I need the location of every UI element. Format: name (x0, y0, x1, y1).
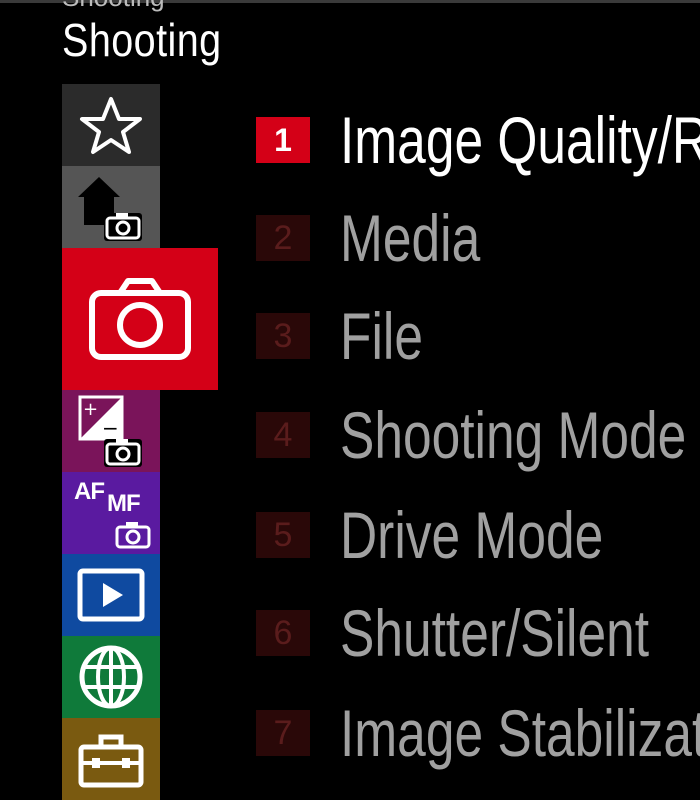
af-mf-icon: AF MF (62, 472, 160, 554)
svg-text:−: − (102, 416, 119, 440)
menu-item-file[interactable]: 3 File (256, 291, 446, 381)
camera-icon (89, 278, 191, 360)
tab-exposure-color[interactable]: + − (62, 390, 160, 472)
tab-playback[interactable] (62, 554, 160, 636)
menu-item-image-stabilization[interactable]: 7 Image Stabilizat (256, 688, 700, 778)
tab-network[interactable] (62, 636, 160, 718)
menu-item-label: Image Quality/R (340, 103, 700, 177)
menu-item-number: 3 (256, 313, 310, 359)
menu-item-shutter-silent[interactable]: 6 Shutter/Silent (256, 588, 700, 678)
globe-icon (79, 645, 143, 709)
menu-item-label: Shutter/Silent (340, 596, 650, 670)
camera-small-icon (115, 522, 151, 549)
home-camera-icon (78, 177, 142, 241)
exposure-comp-icon: + − (78, 395, 142, 467)
star-icon (80, 97, 142, 154)
menu-item-number: 5 (256, 512, 310, 558)
tab-focus[interactable]: AF MF (62, 472, 160, 554)
menu-item-number: 7 (256, 710, 310, 756)
menu-item-drive-mode[interactable]: 5 Drive Mode (256, 490, 677, 580)
menu-item-label: Image Stabilizat (340, 696, 700, 770)
menu-item-label: Drive Mode (340, 498, 604, 572)
svg-text:+: + (83, 399, 98, 420)
menu-item-media[interactable]: 2 Media (256, 193, 520, 283)
menu-item-label: Media (340, 201, 481, 275)
tab-setup[interactable] (62, 718, 160, 800)
tab-my-menu[interactable] (62, 84, 160, 166)
menu-item-number: 1 (256, 117, 310, 163)
menu-item-number: 2 (256, 215, 310, 261)
menu-item-image-quality[interactable]: 1 Image Quality/R (256, 95, 700, 185)
menu-item-label: File (340, 299, 423, 373)
tab-shooting[interactable] (62, 248, 218, 390)
toolbox-icon (78, 734, 144, 788)
menu-item-number: 6 (256, 610, 310, 656)
playback-icon (77, 568, 145, 622)
menu-item-label: Shooting Mode (340, 398, 687, 472)
mf-label: MF (107, 490, 141, 517)
menu-item-number: 4 (256, 412, 310, 458)
af-label: AF (74, 478, 105, 505)
menu-item-shooting-mode[interactable]: 4 Shooting Mode (256, 390, 700, 480)
page-title: Shooting (62, 14, 222, 66)
tab-main[interactable] (62, 166, 160, 248)
